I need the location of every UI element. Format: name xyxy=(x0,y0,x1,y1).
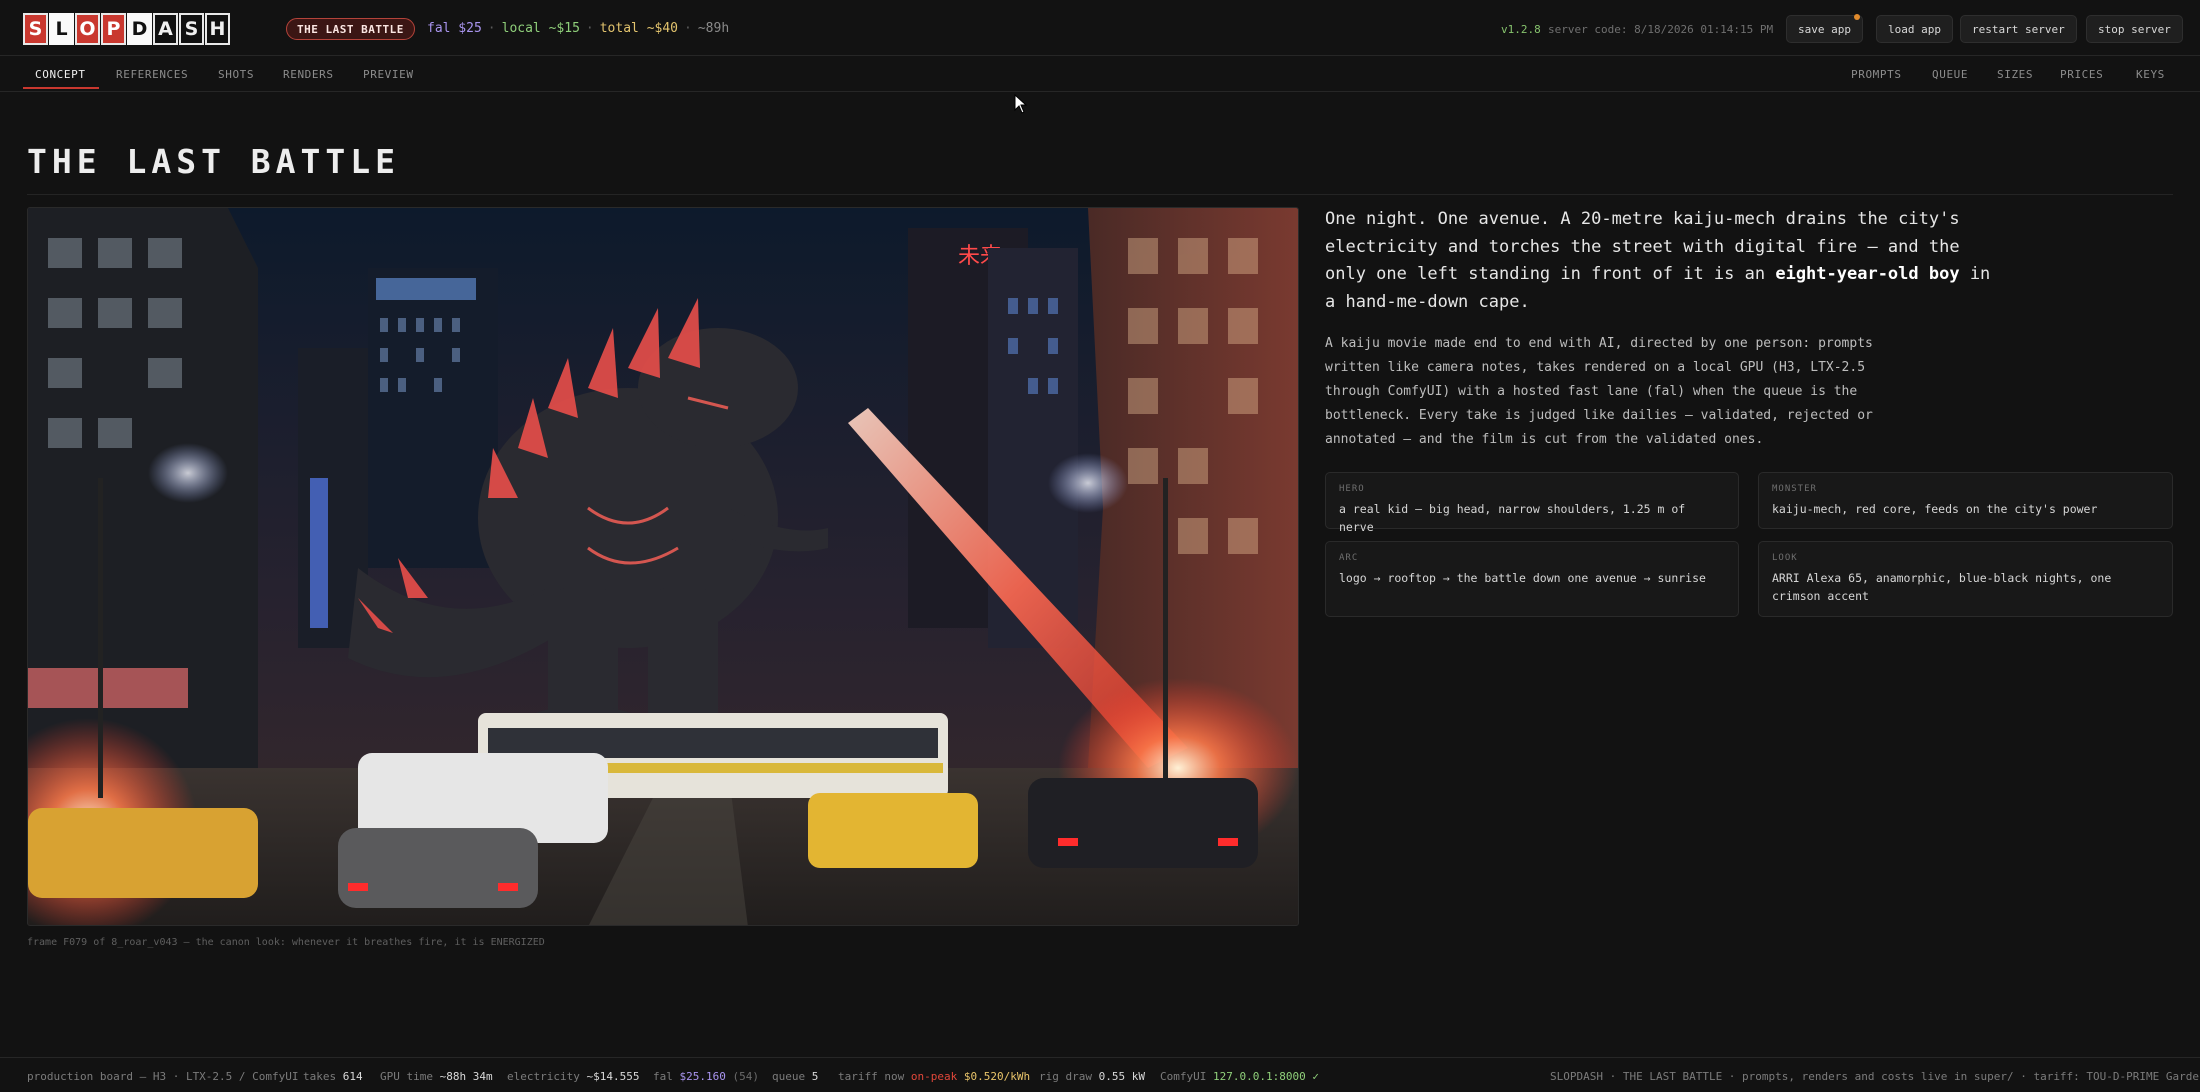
image-caption: frame F079 of 8_roar_v043 — the canon lo… xyxy=(27,937,545,948)
card-value: a real kid — big head, narrow shoulders,… xyxy=(1339,502,1686,534)
server-code: server code: 8/18/2026 01:14:15 PM xyxy=(1548,23,1774,36)
card-key: ARC xyxy=(1339,553,1359,563)
card-key: LOOK xyxy=(1772,553,1798,563)
concept-card-monster: MONSTER kaiju-mech, red core, feeds on t… xyxy=(1758,472,2173,529)
logline-highlight: eight-year-old boy xyxy=(1775,264,1960,284)
hours-total: ~89h xyxy=(697,21,730,36)
concept-card-hero: HERO a real kid — big head, narrow shoul… xyxy=(1325,472,1739,534)
app-version: v1.2.8 xyxy=(1501,23,1541,36)
hero-frame-image[interactable]: 未来 xyxy=(27,207,1299,926)
logo-letter: D xyxy=(127,13,152,45)
status-rig-draw: rig draw 0.55 kW xyxy=(1039,1070,1145,1083)
cost-summary: fal $25 · local ~$15 · total ~$40 · ~89h xyxy=(427,21,730,36)
page-title: THE LAST BATTLE xyxy=(27,142,401,181)
status-footer-note: SLOPDASH · THE LAST BATTLE · prompts, re… xyxy=(1550,1070,2200,1083)
logo-letter: H xyxy=(205,13,230,45)
status-takes: takes 614 xyxy=(303,1070,363,1083)
status-board: production board — H3 · LTX-2.5 / ComfyU… xyxy=(27,1070,299,1083)
tab-keys[interactable]: KEYS xyxy=(2136,56,2165,92)
concept-card-arc: ARC logo → rooftop → the battle down one… xyxy=(1325,541,1739,617)
save-app-label: save app xyxy=(1798,22,1851,36)
card-value: kaiju-mech, red core, feeds on the city'… xyxy=(1772,502,2098,516)
tab-queue[interactable]: QUEUE xyxy=(1932,56,1968,92)
total-cost: total ~$40 xyxy=(599,21,679,36)
tab-sizes[interactable]: SIZES xyxy=(1997,56,2033,92)
active-tab-indicator xyxy=(23,87,99,89)
save-app-button[interactable]: save app xyxy=(1786,14,1863,43)
status-gpu-time: GPU time ~88h 34m xyxy=(380,1070,493,1083)
unsaved-indicator-dot xyxy=(1853,14,1860,20)
restart-server-button[interactable]: restart server xyxy=(1960,15,2077,43)
status-bar: production board — H3 · LTX-2.5 / ComfyU… xyxy=(0,1057,2200,1092)
tab-shots[interactable]: SHOTS xyxy=(218,56,254,92)
tab-prices[interactable]: PRICES xyxy=(2060,56,2103,92)
load-app-button[interactable]: load app xyxy=(1876,15,1953,43)
logo-letter: O xyxy=(75,13,100,45)
card-key: HERO xyxy=(1339,484,1365,494)
tab-renders[interactable]: RENDERS xyxy=(283,56,334,92)
slopdash-logo[interactable]: S L O P D A S H xyxy=(23,13,231,45)
top-bar: S L O P D A S H THE LAST BATTLE fal $25 ·… xyxy=(0,0,2200,56)
card-value: logo → rooftop → the battle down one ave… xyxy=(1339,571,1706,585)
tab-references[interactable]: REFERENCES xyxy=(116,56,188,92)
logo-letter: A xyxy=(153,13,178,45)
status-fal: fal $25.160 (54) xyxy=(653,1070,759,1083)
project-badge[interactable]: THE LAST BATTLE xyxy=(286,18,415,40)
status-tariff: tariff now on-peak $0.520/kWh xyxy=(838,1070,1031,1083)
logo-letter: S xyxy=(179,13,204,45)
logline: One night. One avenue. A 20-metre kaiju-… xyxy=(1325,206,2005,316)
status-electricity: electricity ~$14.555 xyxy=(507,1070,640,1083)
status-comfyui[interactable]: ComfyUI 127.0.0.1:8000 ✓ xyxy=(1160,1070,1319,1083)
stop-server-button[interactable]: stop server xyxy=(2086,15,2183,43)
status-queue: queue 5 xyxy=(772,1070,819,1083)
card-value: ARRI Alexa 65, anamorphic, blue-black ni… xyxy=(1772,571,2112,603)
logo-letter: P xyxy=(101,13,126,45)
concept-card-look: LOOK ARRI Alexa 65, anamorphic, blue-bla… xyxy=(1758,541,2173,617)
tab-preview[interactable]: PREVIEW xyxy=(363,56,414,92)
project-description: A kaiju movie made end to end with AI, d… xyxy=(1325,336,1873,447)
tab-prompts[interactable]: PROMPTS xyxy=(1851,56,1902,92)
logo-letter: S xyxy=(23,13,48,45)
main-nav: CONCEPT REFERENCES SHOTS RENDERS PREVIEW… xyxy=(0,56,2200,92)
local-cost: local ~$15 xyxy=(501,21,580,36)
fal-cost: fal $25 xyxy=(427,21,482,36)
mouse-cursor-icon xyxy=(1014,94,1028,114)
card-key: MONSTER xyxy=(1772,484,1817,494)
logo-letter: L xyxy=(49,13,74,45)
divider xyxy=(27,194,2173,195)
